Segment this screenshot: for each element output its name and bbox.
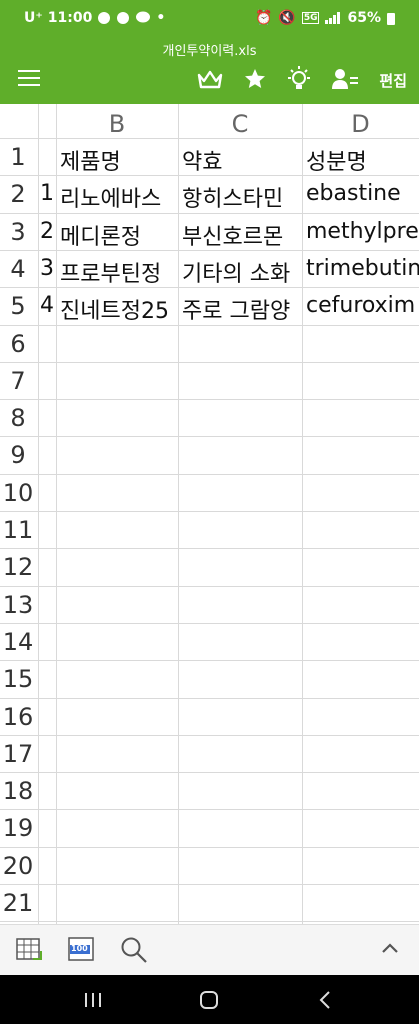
- cell-a-row-3[interactable]: 2: [38, 219, 56, 244]
- network-label: 5G: [301, 12, 320, 24]
- row-number[interactable]: 4: [0, 255, 36, 283]
- grid-line: [0, 884, 419, 885]
- cell-c-row-4[interactable]: 기타의 소화: [182, 256, 302, 288]
- grid-line: [0, 436, 419, 438]
- grid-line: [56, 104, 57, 924]
- row-number[interactable]: 15: [0, 665, 36, 693]
- grid-line: [0, 772, 419, 774]
- cell-c-row-5[interactable]: 주로 그람양: [182, 293, 302, 325]
- cell-d-row-5[interactable]: cefuroxim: [306, 293, 419, 318]
- g-app-icon: [117, 12, 130, 24]
- grid-line: [0, 660, 419, 662]
- grid-line: [0, 361, 419, 363]
- row-number[interactable]: 10: [0, 479, 36, 507]
- back-icon[interactable]: [310, 987, 340, 1013]
- status-bar: U⁺ 11:00 • ⏰ 🔇 5G 65%: [0, 0, 419, 36]
- row-number[interactable]: 3: [0, 218, 36, 246]
- column-header-c[interactable]: C: [178, 104, 302, 138]
- status-left: U⁺ 11:00 •: [24, 10, 165, 26]
- chat-icon: [136, 11, 151, 23]
- search-icon[interactable]: [119, 935, 149, 965]
- grid-line: [302, 104, 303, 924]
- cell-b-row-4[interactable]: 프로부틴정: [60, 256, 178, 288]
- row-number[interactable]: 1: [0, 143, 36, 171]
- cell-c-row-2[interactable]: 항히스타민: [182, 181, 302, 213]
- bottom-toolbar: 100: [0, 924, 419, 976]
- cell-a-row-5[interactable]: 4: [38, 293, 56, 318]
- edit-button[interactable]: 편집: [379, 70, 407, 91]
- grid-line: [0, 846, 419, 848]
- grid-line: [0, 473, 419, 475]
- mute-icon: 🔇: [278, 10, 296, 26]
- row-number[interactable]: 13: [0, 591, 36, 619]
- grid-line: [0, 697, 419, 699]
- signal-icon: [325, 12, 341, 24]
- recent-apps-icon[interactable]: [78, 987, 108, 1013]
- carrier-label: U⁺: [24, 10, 43, 26]
- spreadsheet-grid[interactable]: B C D 1 2 3 4 5 6 7 8 9 10 11 12 13 14 15 16 17 18 19 20 21 …: [0, 104, 419, 924]
- grid-line: [0, 622, 419, 624]
- sheet-grid-icon[interactable]: [15, 935, 45, 965]
- menu-icon[interactable]: [18, 70, 40, 86]
- clock: 11:00: [47, 10, 93, 26]
- battery-percent: 65%: [347, 10, 381, 26]
- row-number[interactable]: 18: [0, 777, 36, 805]
- cell-d-row-2[interactable]: ebastine: [306, 181, 419, 206]
- grid-line: [0, 399, 419, 401]
- grid-line: [178, 104, 179, 924]
- row-number[interactable]: 21: [0, 889, 36, 917]
- row-number[interactable]: 5: [0, 292, 36, 320]
- cell-d-row-1[interactable]: 성분명: [306, 144, 419, 176]
- row-number[interactable]: 9: [0, 441, 36, 469]
- file-name: 개인투약이력.xls: [162, 44, 257, 59]
- grid-line: [0, 511, 419, 512]
- zoom-100-icon[interactable]: 100: [67, 935, 97, 965]
- row-number[interactable]: 19: [0, 814, 36, 842]
- grid-line: [0, 585, 419, 587]
- row-number[interactable]: 14: [0, 628, 36, 656]
- row-number[interactable]: 17: [0, 740, 36, 768]
- grid-line: [0, 809, 419, 811]
- cell-a-row-4[interactable]: 3: [38, 256, 56, 281]
- column-header-b[interactable]: B: [56, 104, 178, 138]
- cell-d-row-3[interactable]: methylpre: [306, 219, 419, 244]
- chevron-up-icon[interactable]: [376, 935, 406, 965]
- crown-icon[interactable]: [195, 66, 225, 92]
- alarm-icon: ⏰: [254, 10, 273, 26]
- link-icon: [98, 12, 111, 24]
- battery-icon: [387, 12, 395, 25]
- system-nav-bar: [0, 975, 419, 1024]
- row-number[interactable]: 20: [0, 852, 36, 880]
- grid-line: [0, 921, 419, 923]
- row-number[interactable]: 16: [0, 703, 36, 731]
- dot-icon: •: [156, 10, 166, 26]
- row-number[interactable]: 7: [0, 367, 36, 395]
- row-number[interactable]: 8: [0, 404, 36, 432]
- zoom-badge: 100: [71, 944, 88, 953]
- cell-d-row-4[interactable]: trimebutin: [306, 256, 419, 281]
- grid-line: [0, 138, 419, 139]
- grid-line: [0, 734, 419, 736]
- row-number[interactable]: 6: [0, 330, 36, 358]
- cell-c-row-1[interactable]: 약효: [182, 144, 302, 176]
- home-icon[interactable]: [194, 987, 224, 1013]
- cell-b-row-5[interactable]: 진네트정25: [60, 293, 178, 325]
- status-right: ⏰ 🔇 5G 65%: [255, 10, 395, 26]
- cell-a-row-2[interactable]: 1: [38, 181, 56, 206]
- column-header-d[interactable]: D: [302, 104, 419, 138]
- cell-b-row-2[interactable]: 리노에바스: [60, 181, 178, 213]
- cell-b-row-3[interactable]: 메디론정: [60, 219, 178, 251]
- lightbulb-icon[interactable]: [284, 66, 314, 92]
- star-icon[interactable]: [240, 66, 270, 92]
- cell-c-row-3[interactable]: 부신호르몬: [182, 219, 302, 251]
- row-number[interactable]: 11: [0, 516, 36, 544]
- app-toolbar: 개인투약이력.xls 편집: [0, 36, 419, 104]
- row-number[interactable]: 12: [0, 553, 36, 581]
- row-number[interactable]: 2: [0, 180, 36, 208]
- grid-line: [0, 548, 419, 550]
- cell-b-row-1[interactable]: 제품명: [60, 144, 178, 176]
- user-share-icon[interactable]: [330, 66, 360, 92]
